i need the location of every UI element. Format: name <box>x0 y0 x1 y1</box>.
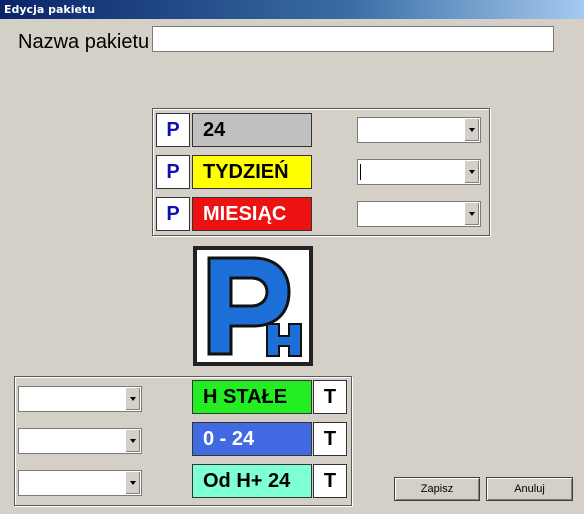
ticket-month-combo[interactable] <box>357 201 481 227</box>
ticket-week-field: TYDZIEŃ <box>192 155 312 189</box>
ticket-from-h-field: Od H+ 24 <box>192 464 312 498</box>
ticket-week-combo[interactable] <box>357 159 481 185</box>
package-name-input[interactable] <box>152 26 554 52</box>
parking-h-icon <box>193 246 313 366</box>
chevron-down-icon[interactable] <box>464 119 479 141</box>
text-caret <box>360 164 361 180</box>
title-bar[interactable]: Edycja pakietu <box>0 0 584 19</box>
ticket-0-24-combo[interactable] <box>18 428 142 454</box>
ticket-t-box: T <box>313 380 347 414</box>
ticket-fixed-field: H STAŁE <box>192 380 312 414</box>
parking-p-box: P <box>156 113 190 147</box>
ticket-24-field: 24 <box>192 113 312 147</box>
ticket-from-h-combo[interactable] <box>18 470 142 496</box>
chevron-down-icon[interactable] <box>464 203 479 225</box>
ticket-t-box: T <box>313 464 347 498</box>
ticket-month-field: MIESIĄC <box>192 197 312 231</box>
parking-p-box: P <box>156 197 190 231</box>
cancel-button[interactable]: Anuluj <box>486 477 573 501</box>
save-button[interactable]: Zapisz <box>394 477 480 501</box>
window-title: Edycja pakietu <box>4 3 96 16</box>
chevron-down-icon[interactable] <box>125 388 140 410</box>
chevron-down-icon[interactable] <box>464 161 479 183</box>
package-name-label: Nazwa pakietu <box>18 31 150 53</box>
chevron-down-icon[interactable] <box>125 430 140 452</box>
ticket-24-combo[interactable] <box>357 117 481 143</box>
ticket-fixed-combo[interactable] <box>18 386 142 412</box>
ticket-0-24-field: 0 - 24 <box>192 422 312 456</box>
parking-p-box: P <box>156 155 190 189</box>
ticket-t-box: T <box>313 422 347 456</box>
edit-package-window: Edycja pakietu Nazwa pakietu P 24 P TYDZ… <box>0 0 584 514</box>
chevron-down-icon[interactable] <box>125 472 140 494</box>
